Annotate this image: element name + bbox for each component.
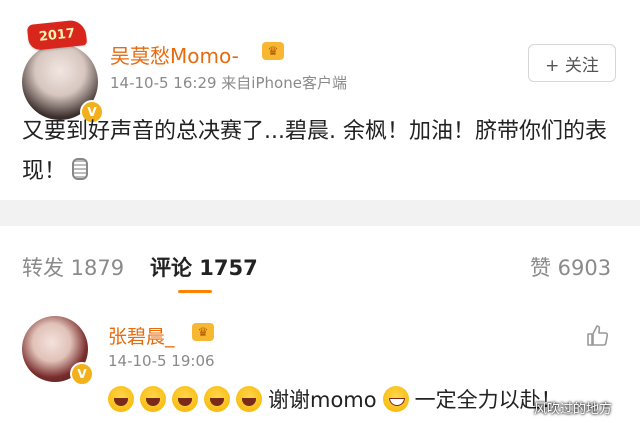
follow-button[interactable]: + 关注 — [528, 44, 616, 82]
laughing-emoji-icon — [140, 386, 166, 412]
comment-text-part-1: 谢谢momo — [268, 388, 377, 412]
verified-icon: V — [70, 362, 94, 386]
thumbs-up-icon[interactable] — [586, 324, 610, 348]
member-crown-icon: ♛ — [192, 323, 214, 341]
laughing-emoji-icon — [236, 386, 262, 412]
microphone-icon — [72, 158, 89, 180]
post-text: 又要到好声音的总决赛了...碧晨. 余枫！加油！脐带你们的表现！ — [22, 119, 607, 184]
comment-body: 谢谢momo 一定全力以赴！ — [108, 384, 562, 414]
commenter-name[interactable]: 张碧晨_ — [108, 322, 175, 349]
comment-meta: 14-10-5 19:06 — [108, 352, 215, 370]
tab-like[interactable]: 赞 6903 — [530, 252, 611, 282]
laughing-emoji-icon — [108, 386, 134, 412]
grinning-emoji-icon — [382, 386, 409, 412]
follow-label: + 关注 — [545, 55, 599, 76]
laughing-emoji-icon — [204, 386, 230, 412]
watermark: 风吹过的地方 — [534, 402, 613, 417]
tab-repost[interactable]: 转发 1879 — [22, 252, 124, 282]
post-author-name[interactable]: 吴莫愁Momo- — [110, 40, 239, 69]
section-divider — [0, 200, 640, 226]
post-content: 又要到好声音的总决赛了...碧晨. 余枫！加油！脐带你们的表现！ — [22, 112, 622, 192]
post-meta: 14-10-5 16:29 来自iPhone客户端 — [110, 74, 347, 92]
active-tab-indicator — [178, 290, 212, 293]
member-crown-icon: ♛ — [262, 42, 284, 60]
laughing-emoji-icon — [172, 386, 198, 412]
tab-comment[interactable]: 评论 1757 — [150, 252, 258, 282]
